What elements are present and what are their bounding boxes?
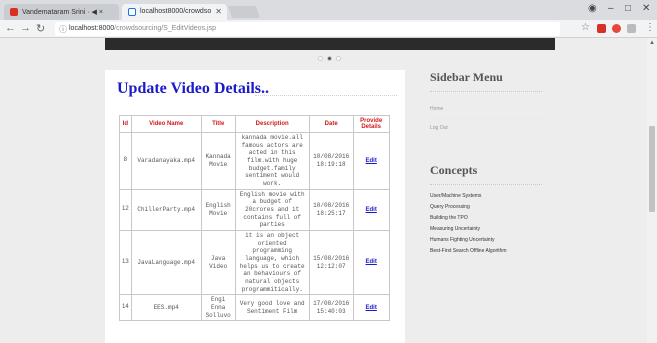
new-tab-button[interactable] (227, 6, 261, 18)
youtube-favicon-icon (10, 8, 18, 16)
address-path: /crowdsourcing/S_EditVideos.jsp (114, 25, 216, 32)
table-header-row: Id Video Name Title Description Date Pro… (119, 115, 390, 133)
cell-id: 12 (119, 188, 132, 232)
cell-description: Very good love and Sentiment Film (234, 294, 310, 322)
slider-dots (318, 48, 345, 66)
column-header: Date (308, 115, 354, 133)
cell-date: 10/08/2016 18:25:17 (308, 188, 354, 232)
slider-dot[interactable] (336, 56, 341, 61)
concepts-divider (430, 184, 542, 185)
cell-action: Edit (352, 230, 390, 296)
main-content: Update Video Details.. Id Video Name Tit… (105, 70, 405, 343)
address-host: localhost:8000 (69, 25, 115, 32)
close-tab-icon[interactable]: ✕ (215, 7, 222, 16)
concepts-item[interactable]: Humans Fighting Uncertainty (430, 237, 640, 243)
edit-link[interactable]: Edit (366, 305, 377, 311)
cell-date: 10/08/2016 18:19:18 (308, 132, 354, 190)
slider-dot[interactable] (318, 56, 323, 61)
cell-title: Engi Enna Solluvo (200, 294, 236, 322)
minimize-icon[interactable]: – (608, 3, 614, 14)
cell-action: Edit (352, 132, 390, 190)
table-row: 8 Varadanayaka.mp4 Kannada Movie kannada… (119, 132, 390, 190)
table-row: 14 EES.mp4 Engi Enna Solluvo Very good l… (119, 294, 390, 322)
cell-id: 13 (119, 230, 132, 296)
maximize-icon[interactable]: □ (625, 3, 631, 14)
cell-title: Kannada Movie (200, 132, 236, 190)
browser-tab-strip: Vandemataram Srini · ◀ × localhost8000/c… (0, 0, 657, 20)
edit-link[interactable]: Edit (366, 259, 377, 265)
back-icon[interactable]: ← (5, 22, 16, 34)
cell-title: Java Video (200, 230, 236, 296)
cell-video-name: JavaLanguage.mp4 (130, 230, 202, 296)
extension-icon[interactable] (597, 24, 606, 33)
browser-toolbar: ← → ↻ ⓘ localhost:8000/crowdsourcing/S_E… (0, 20, 657, 38)
concepts-item[interactable]: Building the TPO (430, 215, 640, 221)
slider-dot-active[interactable] (327, 56, 332, 61)
concepts-item[interactable]: Query Processing (430, 204, 640, 210)
cell-description: kannada movie.all famous actors are acte… (234, 132, 310, 190)
column-header: Description (234, 115, 310, 133)
column-header: Title (200, 115, 236, 133)
videos-table: Id Video Name Title Description Date Pro… (119, 115, 390, 322)
scrollbar-thumb[interactable] (649, 126, 655, 212)
concepts-item[interactable]: Best-First Search Offline Algorithm (430, 248, 640, 254)
scroll-up-arrow-icon[interactable]: ▲ (649, 40, 655, 46)
cell-video-name: EES.mp4 (130, 294, 202, 322)
browser-tab-1[interactable]: Vandemataram Srini · ◀ × (4, 4, 119, 20)
extension-icon[interactable] (612, 24, 621, 33)
sidebar-link-logout[interactable]: Log Out (430, 125, 640, 131)
edit-link[interactable]: Edit (366, 207, 377, 213)
cell-action: Edit (352, 188, 390, 232)
address-bar[interactable]: ⓘ localhost:8000/crowdsourcing/S_EditVid… (55, 22, 560, 36)
concepts-heading: Concepts (430, 163, 478, 177)
cell-description: it is an object oriented programming lan… (234, 230, 310, 296)
edit-link[interactable]: Edit (366, 158, 377, 164)
cell-description: English movie with a budget of 20crores … (234, 188, 310, 232)
column-header: Id (119, 115, 132, 133)
cell-action: Edit (352, 294, 390, 322)
table-row: 12 ChillerParty.mp4 English Movie Englis… (119, 188, 390, 232)
close-window-icon[interactable]: ✕ (642, 3, 650, 14)
page-viewport: Update Video Details.. Id Video Name Tit… (0, 38, 647, 343)
forward-icon[interactable]: → (20, 22, 31, 34)
cell-date: 15/08/2016 12:12:07 (308, 230, 354, 296)
table-row: 13 JavaLanguage.mp4 Java Video it is an … (119, 230, 390, 296)
info-icon[interactable]: ⓘ (59, 24, 67, 35)
vertical-scrollbar[interactable]: ▲ (647, 38, 657, 343)
sidebar-divider (430, 91, 542, 92)
extension-icon[interactable] (627, 24, 636, 33)
profile-icon[interactable]: ◉ (588, 3, 597, 14)
cell-video-name: ChillerParty.mp4 (130, 188, 202, 232)
cell-id: 14 (119, 294, 132, 322)
tab-title: localhost8000/crowdso (140, 8, 212, 15)
sidebar-divider (430, 118, 542, 119)
tab-title: Vandemataram Srini · ◀ × (22, 9, 103, 16)
cell-video-name: Varadanayaka.mp4 (130, 132, 202, 190)
sidebar-link-home[interactable]: Home (430, 106, 640, 112)
cell-title: English Movie (200, 188, 236, 232)
concepts-item[interactable]: Measuring Uncertainty (430, 226, 640, 232)
page-favicon-icon (128, 8, 136, 16)
cell-id: 8 (119, 132, 132, 190)
column-header: Video Name (130, 115, 202, 133)
reload-icon[interactable]: ↻ (36, 22, 45, 35)
sidebar-menu-heading: Sidebar Menu (430, 70, 503, 84)
title-divider (255, 95, 397, 96)
sidebar: Sidebar Menu Home Log Out Concepts User/… (430, 70, 640, 254)
browser-tab-2[interactable]: localhost8000/crowdso ✕ (122, 4, 227, 20)
star-icon[interactable]: ☆ (581, 22, 590, 33)
concepts-item[interactable]: User/Machine Systems (430, 193, 640, 199)
page-title: Update Video Details.. (117, 80, 269, 97)
kebab-icon[interactable]: ⋮ (645, 22, 655, 33)
column-header: Provide Details (352, 115, 390, 133)
cell-date: 17/08/2016 15:40:03 (308, 294, 354, 322)
